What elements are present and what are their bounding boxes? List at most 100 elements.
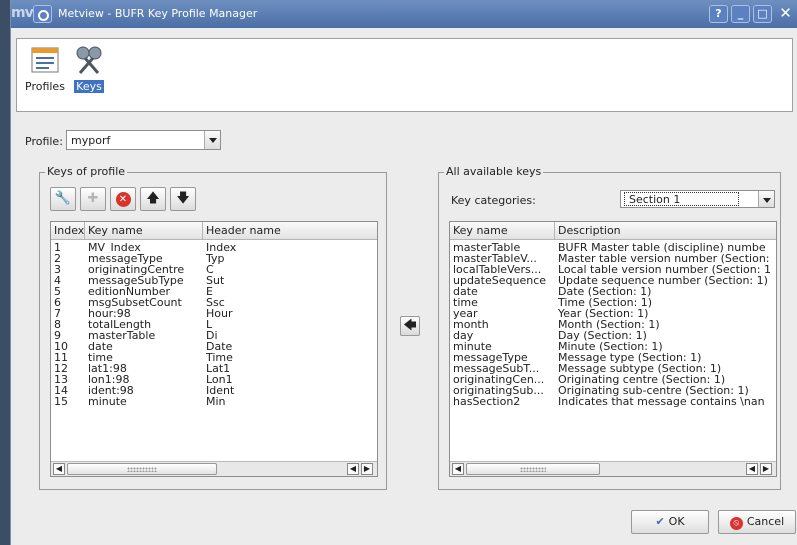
maximize-button[interactable]: □ xyxy=(753,5,772,23)
table-cell: 8 xyxy=(54,319,61,330)
table-row[interactable]: time Time (Section: 1) xyxy=(450,297,776,308)
table-cell: Time xyxy=(206,352,233,363)
ok-label: OK xyxy=(668,515,685,528)
table-row[interactable]: masterTable BUFR Master table (discipline… xyxy=(450,242,776,253)
delete-key-button[interactable]: ✕ xyxy=(110,187,136,211)
table-cell: originatingCen... xyxy=(453,374,545,385)
table-cell: Typ xyxy=(206,253,225,264)
table-cell: 6 xyxy=(54,297,61,308)
column-header-description[interactable]: Description xyxy=(558,224,621,237)
table-cell: localTableVers... xyxy=(453,264,542,275)
table-row[interactable]: messageSubT... Message subtype (Section: … xyxy=(450,363,776,374)
keys-of-profile-group: Keys of profile 🔧 ✚ ✕ 🡅 🡇 Index Key name… xyxy=(39,165,387,490)
table-cell: msgSubsetCount xyxy=(88,297,182,308)
table-row[interactable]: date Date (Section: 1) xyxy=(450,286,776,297)
column-divider[interactable] xyxy=(202,222,203,240)
table-row[interactable]: originatingCen... Originating centre (Sec… xyxy=(450,374,776,385)
table-row[interactable]: 10 date Date xyxy=(51,341,377,352)
cancel-button[interactable]: ⦸ Cancel xyxy=(718,510,796,534)
table-row[interactable]: 8 totalLength L xyxy=(51,319,377,330)
table-cell: Local table version number (Section: 1 xyxy=(558,264,771,275)
view-toolbar: Profiles Keys xyxy=(16,38,793,112)
table-row[interactable]: 9 masterTable Di xyxy=(51,330,377,341)
table-cell: Message subtype (Section: 1) xyxy=(558,363,722,374)
table-cell: date xyxy=(453,286,478,297)
column-header-header-name[interactable]: Header name xyxy=(206,224,281,237)
help-button[interactable]: ? xyxy=(709,5,728,23)
table-cell: Originating sub-centre (Section: 1) xyxy=(558,385,749,396)
table-row[interactable]: 4 messageSubType Sut xyxy=(51,275,377,286)
all-keys-table[interactable]: Key name Description masterTable BUFR Mas… xyxy=(449,221,777,477)
table-row[interactable]: minute Minute (Section: 1) xyxy=(450,341,776,352)
column-header-index[interactable]: Index xyxy=(54,224,84,237)
table-row[interactable]: hasSection2 Indicates that message contai… xyxy=(450,396,776,407)
horizontal-scrollbar[interactable]: ◀ ◀ ▶ xyxy=(51,461,377,476)
table-cell: Master table version number (Section: xyxy=(558,253,770,264)
table-cell: hasSection2 xyxy=(453,396,521,407)
scrollbar-thumb[interactable] xyxy=(67,463,217,475)
table-cell: Time (Section: 1) xyxy=(558,297,653,308)
table-cell: Year (Section: 1) xyxy=(558,308,649,319)
profile-keys-table-header: Index Key name Header name xyxy=(51,222,377,240)
profile-keys-table[interactable]: Index Key name Header name 1 MV_Index Inde… xyxy=(50,221,378,477)
scroll-right-button[interactable]: ▶ xyxy=(760,463,772,475)
table-row[interactable]: year Year (Section: 1) xyxy=(450,308,776,319)
profile-keys-toolbar: 🔧 ✚ ✕ 🡅 🡇 xyxy=(50,187,250,213)
table-cell: day xyxy=(453,330,474,341)
scrollbar-thumb[interactable] xyxy=(466,463,600,475)
table-row[interactable]: 6 msgSubsetCount Ssc xyxy=(51,297,377,308)
column-header-key-name[interactable]: Key name xyxy=(453,224,508,237)
table-row[interactable]: originatingSub... Originating sub-centre … xyxy=(450,385,776,396)
scroll-right-button[interactable]: ▶ xyxy=(361,463,373,475)
profiles-tool[interactable]: Profiles xyxy=(23,45,67,93)
chevron-down-icon[interactable] xyxy=(204,131,220,149)
table-row[interactable]: 7 hour:98 Hour xyxy=(51,308,377,319)
minimize-button[interactable]: _ xyxy=(731,5,750,23)
table-row[interactable]: 5 editionNumber E xyxy=(51,286,377,297)
column-divider[interactable] xyxy=(84,222,85,240)
title-bar[interactable]: mv Metview - BUFR Key Profile Manager ? … xyxy=(11,0,797,28)
table-row[interactable]: 11 time Time xyxy=(51,352,377,363)
scroll-left-button[interactable]: ◀ xyxy=(746,463,758,475)
table-cell: Date xyxy=(206,341,233,352)
table-cell: Hour xyxy=(206,308,233,319)
table-row[interactable]: 15 minute Min xyxy=(51,396,377,407)
all-available-keys-title: All available keys xyxy=(444,165,544,178)
table-row[interactable]: 3 originatingCentre C xyxy=(51,264,377,275)
column-divider[interactable] xyxy=(554,222,555,240)
table-row[interactable]: updateSequence Update sequence number (Se… xyxy=(450,275,776,286)
table-cell: Indicates that message contains \nan xyxy=(558,396,765,407)
table-cell: 5 xyxy=(54,286,61,297)
table-row[interactable]: 13 lon1:98 Lon1 xyxy=(51,374,377,385)
scroll-left-button[interactable]: ◀ xyxy=(452,463,464,475)
ok-button[interactable]: ✔ OK xyxy=(631,510,709,534)
move-up-button[interactable]: 🡅 xyxy=(140,187,166,211)
edit-key-button[interactable]: 🔧 xyxy=(50,187,76,211)
horizontal-scrollbar[interactable]: ◀ ◀ ▶ xyxy=(450,461,776,476)
add-key-button[interactable]: ✚ xyxy=(80,187,106,211)
table-row[interactable]: messageType Message type (Section: 1) xyxy=(450,352,776,363)
chevron-down-icon[interactable] xyxy=(758,191,774,207)
scroll-left-button[interactable]: ◀ xyxy=(53,463,65,475)
table-row[interactable]: day Day (Section: 1) xyxy=(450,330,776,341)
table-cell: 13 xyxy=(54,374,68,385)
keys-tool[interactable]: Keys xyxy=(73,45,105,93)
window-menu-icon[interactable] xyxy=(33,5,52,23)
add-to-profile-button[interactable]: 🡄 xyxy=(400,316,420,336)
table-row[interactable]: month Month (Section: 1) xyxy=(450,319,776,330)
table-row[interactable]: 2 messageType Typ xyxy=(51,253,377,264)
table-row[interactable]: 14 ident:98 Ident xyxy=(51,385,377,396)
table-cell: Lat1 xyxy=(206,363,231,374)
column-header-key-name[interactable]: Key name xyxy=(88,224,143,237)
table-row[interactable]: localTableVers... Local table version num… xyxy=(450,264,776,275)
profile-select[interactable]: myporf xyxy=(66,130,221,150)
table-cell: BUFR Master table (discipline) numbe xyxy=(558,242,766,253)
table-row[interactable]: masterTableV... Master table version numb… xyxy=(450,253,776,264)
close-button[interactable]: ✕ xyxy=(776,5,795,23)
key-categories-select[interactable]: Section 1 xyxy=(620,190,775,208)
table-cell: Day (Section: 1) xyxy=(558,330,647,341)
move-down-button[interactable]: 🡇 xyxy=(170,187,196,211)
scroll-left-button[interactable]: ◀ xyxy=(347,463,359,475)
table-row[interactable]: 12 lat1:98 Lat1 xyxy=(51,363,377,374)
table-row[interactable]: 1 MV_Index Index xyxy=(51,242,377,253)
